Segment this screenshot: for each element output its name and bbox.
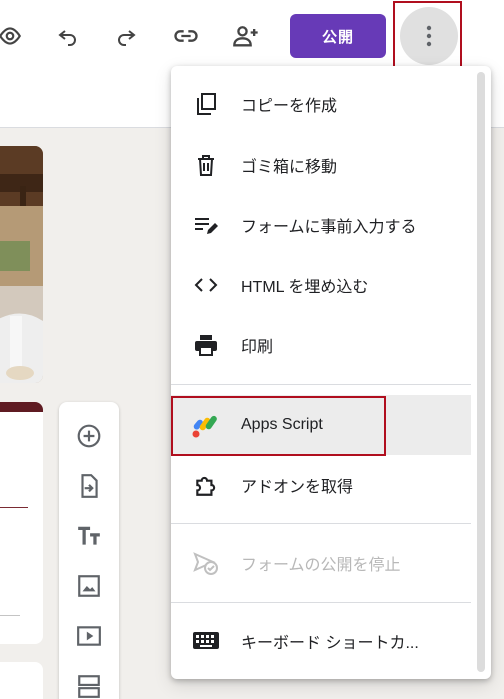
menu-item-get-addons[interactable]: アドオンを取得 (171, 455, 471, 515)
menu-scrollbar[interactable] (477, 72, 485, 672)
apps-script-icon (191, 410, 221, 440)
add-section-icon[interactable] (75, 672, 103, 699)
add-image-icon[interactable] (75, 572, 103, 600)
add-question-icon[interactable] (75, 422, 103, 450)
next-card[interactable] (0, 662, 43, 699)
answer-line (0, 507, 28, 508)
question-card[interactable] (0, 402, 43, 644)
add-video-icon[interactable] (75, 622, 103, 650)
more-vert-icon[interactable] (400, 7, 458, 65)
link-icon[interactable] (168, 18, 204, 54)
preview-eye-icon[interactable] (0, 18, 28, 54)
menu-divider (171, 602, 471, 603)
menu-divider (171, 384, 471, 385)
trash-icon (191, 150, 221, 180)
menu-item-label: フォームに事前入力する (241, 219, 417, 236)
menu-item-label: 印刷 (241, 339, 274, 356)
import-questions-icon[interactable] (75, 472, 103, 500)
menu-item-label: キーボード ショートカ... (241, 635, 419, 652)
menu-item-keyboard-shortcuts[interactable]: キーボード ショートカ... (171, 611, 471, 671)
menu-item-prefill[interactable]: フォームに事前入力する (171, 195, 471, 255)
menu-item-apps-script[interactable]: Apps Script (171, 395, 471, 455)
side-toolbar (59, 402, 119, 699)
menu-item-print[interactable]: 印刷 (171, 315, 471, 375)
puzzle-icon (191, 470, 221, 500)
redo-icon[interactable] (108, 18, 144, 54)
undo-icon[interactable] (50, 18, 86, 54)
menu-divider (171, 523, 471, 524)
code-icon (191, 270, 221, 300)
header-photo (0, 146, 43, 383)
publish-label: 公開 (321, 28, 354, 46)
more-options-menu: コピーを作成 ゴミ箱に移動 フォームに事前入力する HTML を埋め込む 印刷 (171, 66, 491, 679)
divider-line (0, 615, 20, 616)
menu-item-make-copy[interactable]: コピーを作成 (171, 74, 471, 134)
add-collaborator-icon[interactable] (228, 18, 264, 54)
publish-button[interactable]: 公開 (290, 14, 386, 58)
add-title-icon[interactable] (75, 522, 103, 550)
menu-item-label: HTML を埋め込む (241, 279, 369, 296)
menu-item-stop-publishing: フォームの公開を停止 (171, 533, 471, 593)
unpublish-icon (191, 548, 221, 578)
copy-icon (191, 89, 221, 119)
menu-item-label: ゴミ箱に移動 (241, 159, 338, 176)
keyboard-icon (191, 626, 221, 656)
menu-item-label: コピーを作成 (241, 98, 338, 115)
menu-item-label: フォームの公開を停止 (241, 557, 401, 574)
more-options-button[interactable] (398, 6, 460, 66)
prefill-icon (191, 210, 221, 240)
menu-item-label: Apps Script (241, 416, 323, 433)
print-icon (191, 330, 221, 360)
menu-item-label: アドオンを取得 (241, 479, 354, 496)
menu-item-move-to-trash[interactable]: ゴミ箱に移動 (171, 135, 471, 195)
menu-item-embed-html[interactable]: HTML を埋め込む (171, 255, 471, 315)
